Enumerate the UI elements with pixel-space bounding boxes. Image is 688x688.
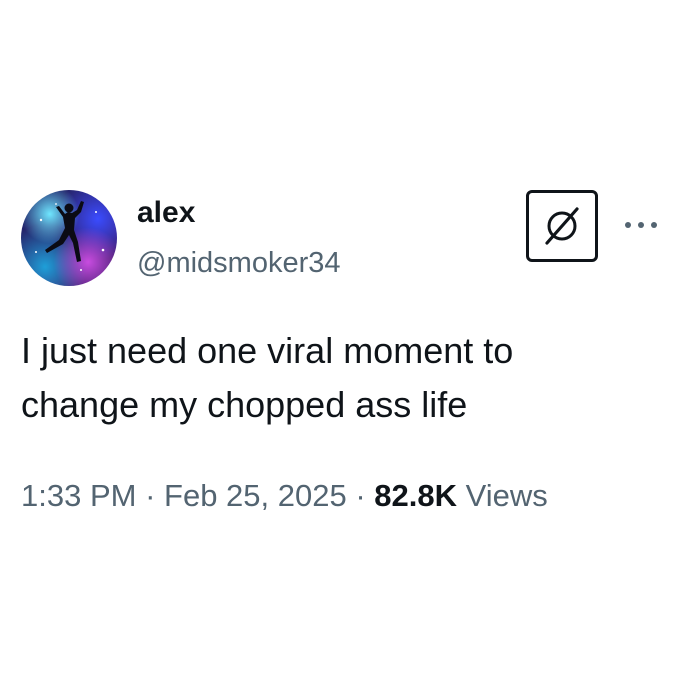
meta-separator: · xyxy=(136,478,165,513)
tweet-text-line: I just need one viral moment to xyxy=(21,330,514,371)
tweet-text: I just need one viral moment to change m… xyxy=(21,324,661,432)
views-label: Views xyxy=(457,478,548,513)
jumpman-silhouette-icon xyxy=(35,201,105,271)
views-count[interactable]: 82.8K xyxy=(374,478,457,513)
more-horizontal-icon[interactable] xyxy=(622,218,662,232)
display-name[interactable]: alex xyxy=(137,196,195,230)
meta-separator: · xyxy=(346,478,375,513)
tweet-metadata: 1:33 PM · Feb 25, 2025 · 82.8K Views xyxy=(21,476,548,516)
slash-circle-badge[interactable] xyxy=(526,190,598,262)
tweet-time[interactable]: 1:33 PM xyxy=(21,478,136,513)
diagonal-slash-circle-icon xyxy=(545,207,579,245)
avatar[interactable] xyxy=(21,190,117,286)
user-handle[interactable]: @midsmoker34 xyxy=(137,246,341,280)
tweet-date[interactable]: Feb 25, 2025 xyxy=(164,478,347,513)
tweet-text-line: change my chopped ass life xyxy=(21,384,468,425)
tweet-card: alex @midsmoker34 I just need one viral … xyxy=(0,0,688,688)
